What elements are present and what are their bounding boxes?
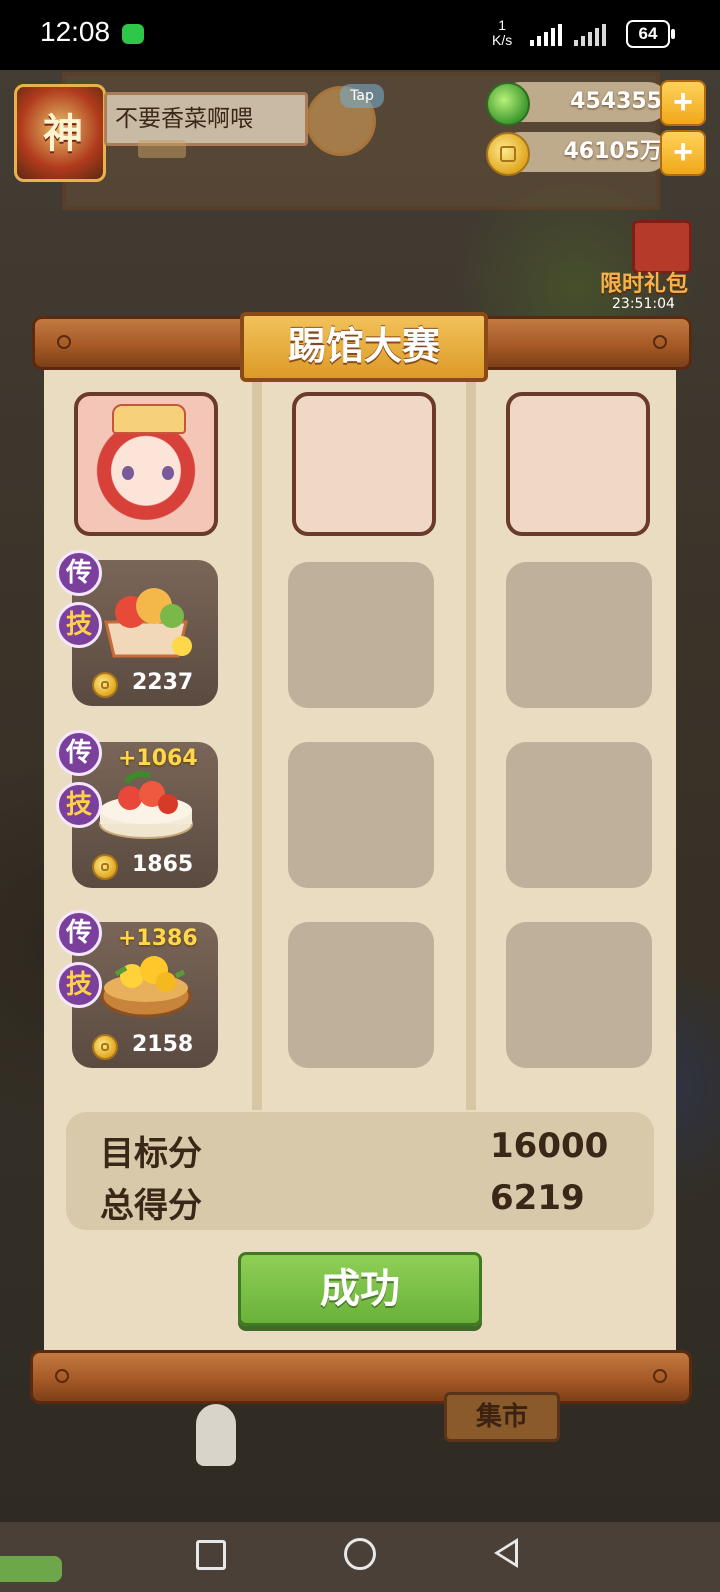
- battery-icon: 64: [626, 20, 675, 48]
- status-bar: 12:08 1 K/s 64: [0, 0, 720, 70]
- food-basket-icon: [104, 588, 192, 658]
- dish-price: 2237: [132, 670, 194, 695]
- add-coin-button[interactable]: +: [660, 130, 706, 176]
- target-score-value: 16000: [490, 1126, 609, 1166]
- empty-dish-slot: [288, 562, 434, 708]
- price-row: 2158: [92, 1032, 212, 1060]
- coin-icon: [486, 132, 530, 176]
- opponent-portrait-empty[interactable]: [292, 392, 436, 536]
- dish-price: 2158: [132, 1032, 194, 1057]
- legend-badge: 传: [56, 550, 102, 596]
- chef-portrait[interactable]: [74, 392, 218, 536]
- clock: 12:08: [40, 16, 111, 47]
- empty-dish-slot: [288, 742, 434, 888]
- market-sign[interactable]: 集市: [444, 1392, 560, 1442]
- opponent-portrait-empty[interactable]: [506, 392, 650, 536]
- success-button[interactable]: 成功: [238, 1252, 482, 1326]
- empty-dish-slot: [506, 742, 652, 888]
- wechat-icon: [122, 24, 144, 44]
- player-name[interactable]: 不要香菜啊喂: [104, 92, 308, 146]
- panel-bottom-rod: [30, 1350, 692, 1404]
- total-score-value: 6219: [490, 1178, 585, 1218]
- coin-icon: [92, 854, 118, 880]
- legend-badge: 传: [56, 910, 102, 956]
- skill-badge: 技: [56, 602, 102, 648]
- player-avatar[interactable]: 神: [14, 84, 106, 182]
- home-icon[interactable]: [344, 1538, 376, 1570]
- gift-timer: 23:51:04: [612, 296, 675, 312]
- score-bonus: +1386: [118, 926, 198, 951]
- npc-character[interactable]: [196, 1404, 236, 1466]
- total-score-label: 总得分: [100, 1186, 202, 1226]
- signal-icon: [530, 22, 562, 46]
- jade-icon: [486, 82, 530, 126]
- skill-badge: 技: [56, 782, 102, 828]
- gift-label: 限时礼包: [600, 272, 689, 297]
- signal-2-icon: [574, 22, 606, 46]
- dish-price: 1865: [132, 852, 194, 877]
- column-divider: [466, 364, 476, 1110]
- back-icon[interactable]: [494, 1538, 518, 1568]
- price-row: 1865: [92, 852, 212, 880]
- empty-dish-slot: [506, 562, 652, 708]
- price-row: 2237: [92, 670, 212, 698]
- crown-icon: [112, 404, 186, 434]
- coin-icon: [92, 1034, 118, 1060]
- limited-gift-pack[interactable]: 限时礼包 23:51:04: [600, 220, 720, 312]
- add-jade-button[interactable]: +: [660, 80, 706, 126]
- avatar-char: 神: [43, 111, 83, 157]
- panel-title: 踢馆大赛: [240, 312, 488, 382]
- empty-dish-slot: [506, 922, 652, 1068]
- score-bonus: +1064: [118, 746, 198, 771]
- legend-badge: 传: [56, 730, 102, 776]
- tap-label: Tap: [340, 84, 384, 108]
- target-score-label: 目标分: [100, 1134, 202, 1174]
- score-box: 目标分 16000 总得分 6219: [66, 1112, 654, 1230]
- network-speed: 1 K/s: [492, 17, 513, 48]
- recent-apps-icon[interactable]: [196, 1540, 226, 1570]
- empty-dish-slot: [288, 922, 434, 1068]
- side-toggle[interactable]: [0, 1556, 62, 1582]
- skill-badge: 技: [56, 962, 102, 1008]
- coin-icon: [92, 672, 118, 698]
- task-tag: [138, 140, 186, 158]
- column-divider: [252, 364, 262, 1110]
